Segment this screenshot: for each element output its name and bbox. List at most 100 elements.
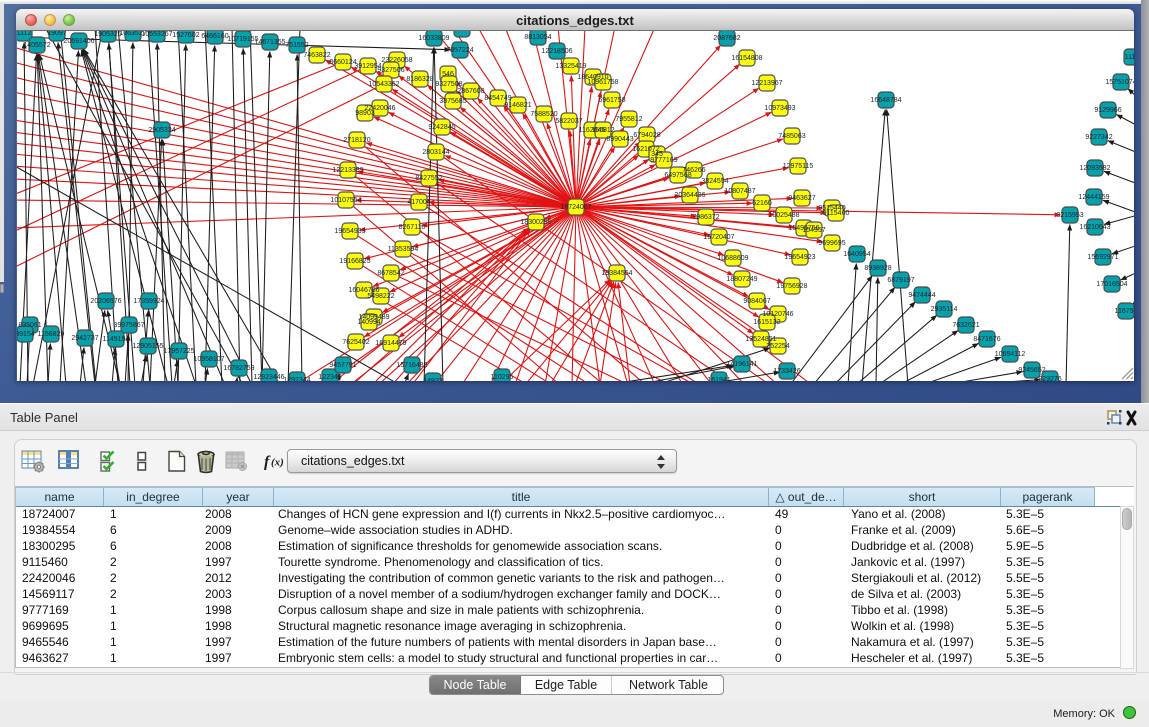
svg-text:160943: 160943 — [450, 31, 473, 33]
svg-text:9129966: 9129966 — [1094, 107, 1121, 114]
svg-text:6794028: 6794028 — [633, 132, 660, 139]
svg-text:9699695: 9699695 — [818, 240, 845, 247]
svg-text:929276: 929276 — [1038, 376, 1061, 381]
svg-text:1112: 1112 — [17, 31, 31, 37]
svg-text:2087682: 2087682 — [713, 35, 740, 42]
svg-text:1905326: 1905326 — [94, 31, 121, 38]
svg-text:9327506: 9327506 — [377, 67, 404, 74]
svg-text:835061: 835061 — [18, 322, 41, 329]
svg-text:9146821: 9146821 — [504, 102, 531, 109]
svg-text:252254: 252254 — [766, 343, 789, 350]
svg-text:19097: 19097 — [47, 31, 67, 37]
svg-text:9463627: 9463627 — [788, 195, 815, 202]
svg-text:8938928: 8938928 — [864, 265, 891, 272]
svg-text:6961758: 6961758 — [598, 97, 625, 104]
svg-text:1527602: 1527602 — [172, 32, 199, 39]
svg-text:15720407: 15720407 — [703, 234, 734, 241]
svg-text:417004: 417004 — [407, 199, 430, 206]
svg-text:10543362: 10543362 — [368, 81, 399, 88]
svg-text:9115460: 9115460 — [823, 210, 850, 217]
svg-text:12923446: 12923446 — [253, 374, 284, 381]
svg-text:14671355: 14671355 — [254, 39, 285, 46]
svg-text:1640954: 1640954 — [843, 251, 870, 258]
svg-text:10025488: 10025488 — [768, 212, 799, 219]
svg-text:17957225: 17957225 — [163, 348, 194, 355]
svg-text:20364436: 20364436 — [674, 192, 705, 199]
svg-text:13524851: 13524851 — [745, 336, 776, 343]
svg-text:7955812: 7955812 — [615, 116, 642, 123]
svg-text:1156829: 1156829 — [38, 331, 65, 338]
svg-text:18300295: 18300295 — [520, 219, 551, 226]
svg-text:8267110: 8267110 — [399, 224, 426, 231]
svg-text:11353594: 11353594 — [388, 246, 419, 253]
svg-text:1405572: 1405572 — [23, 42, 50, 49]
svg-text:155812: 155812 — [591, 127, 614, 134]
svg-text:1615132: 1615132 — [753, 319, 780, 326]
svg-text:2935114: 2935114 — [931, 306, 958, 313]
svg-text:1112: 1112 — [1125, 54, 1134, 61]
svg-text:3875685: 3875685 — [439, 98, 466, 105]
svg-text:39154: 39154 — [17, 331, 35, 338]
svg-text:1292344: 1292344 — [283, 377, 310, 381]
svg-text:16154808: 16154808 — [731, 55, 762, 62]
svg-text:19384554: 19384554 — [601, 270, 632, 277]
svg-text:10120746: 10120746 — [762, 311, 793, 318]
svg-text:9457791: 9457791 — [329, 362, 356, 369]
svg-text:12444159: 12444159 — [1078, 194, 1109, 201]
svg-text:9474444: 9474444 — [908, 292, 935, 299]
svg-text:7632621: 7632621 — [952, 322, 979, 329]
svg-text:19654923: 19654923 — [784, 254, 815, 261]
svg-text:10958107: 10958107 — [193, 356, 224, 363]
svg-text:3824554: 3824554 — [701, 178, 728, 185]
svg-text:16914479: 16914479 — [375, 340, 406, 347]
svg-text:116753: 116753 — [1115, 308, 1134, 315]
svg-text:19166825: 19166825 — [339, 258, 370, 265]
svg-text:5498222: 5498222 — [367, 293, 394, 300]
svg-text:7625402: 7625402 — [342, 339, 369, 346]
svg-text:20691406: 20691406 — [63, 38, 94, 45]
svg-text:14923: 14923 — [423, 378, 443, 381]
svg-text:8660124: 8660124 — [329, 59, 356, 66]
svg-text:19654933: 19654933 — [334, 228, 365, 235]
svg-text:17359924: 17359924 — [133, 298, 164, 305]
svg-text:7857224: 7857224 — [446, 47, 473, 54]
svg-text:10973493: 10973493 — [764, 105, 795, 112]
svg-text:8427552: 8427552 — [415, 175, 442, 182]
svg-text:8471676: 8471676 — [973, 336, 1000, 343]
svg-text:12213389: 12213389 — [332, 167, 363, 174]
svg-text:10688609: 10688609 — [717, 255, 748, 262]
svg-text:3215953: 3215953 — [1056, 212, 1083, 219]
svg-text:12093582: 12093582 — [1079, 165, 1110, 172]
svg-text:15751074: 15751074 — [1105, 79, 1134, 86]
svg-text:20206576: 20206576 — [90, 298, 121, 305]
svg-text:18807249: 18807249 — [726, 276, 757, 283]
svg-text:2942737: 2942737 — [71, 335, 98, 342]
svg-text:12975115: 12975115 — [783, 163, 814, 170]
svg-text:751552: 751552 — [285, 42, 308, 49]
svg-text:16782759: 16782759 — [223, 365, 254, 372]
svg-text:39975867: 39975867 — [113, 322, 144, 329]
svg-text:2718120: 2718120 — [343, 137, 370, 144]
svg-text:7588520: 7588520 — [530, 111, 557, 118]
svg-text:19756928: 19756928 — [776, 283, 807, 290]
svg-text:1733426: 1733426 — [773, 368, 800, 375]
svg-text:18724007: 18724007 — [560, 204, 591, 211]
svg-text:2867608: 2867608 — [457, 88, 484, 95]
svg-text:140994: 140994 — [357, 319, 380, 326]
svg-text:9327508: 9327508 — [435, 81, 462, 88]
svg-text:23226058: 23226058 — [381, 57, 412, 64]
svg-text:15692971: 15692971 — [1087, 254, 1118, 261]
svg-text:5822037: 5822037 — [555, 118, 582, 125]
svg-text:7986372: 7986372 — [692, 214, 719, 221]
svg-text:14196141: 14196141 — [726, 361, 757, 368]
svg-text:8990443: 8990443 — [606, 136, 633, 143]
svg-text:154957: 154957 — [802, 227, 825, 234]
svg-text:8186328: 8186328 — [406, 76, 433, 83]
svg-text:2905334: 2905334 — [148, 127, 175, 134]
svg-text:9227342: 9227342 — [1085, 134, 1112, 141]
svg-text:6466160: 6466160 — [201, 33, 228, 40]
svg-text:9084067: 9084067 — [743, 298, 770, 305]
svg-text:12218506: 12218506 — [541, 48, 572, 55]
svg-text:9777169: 9777169 — [650, 157, 677, 164]
svg-text:161941: 161941 — [707, 377, 730, 381]
